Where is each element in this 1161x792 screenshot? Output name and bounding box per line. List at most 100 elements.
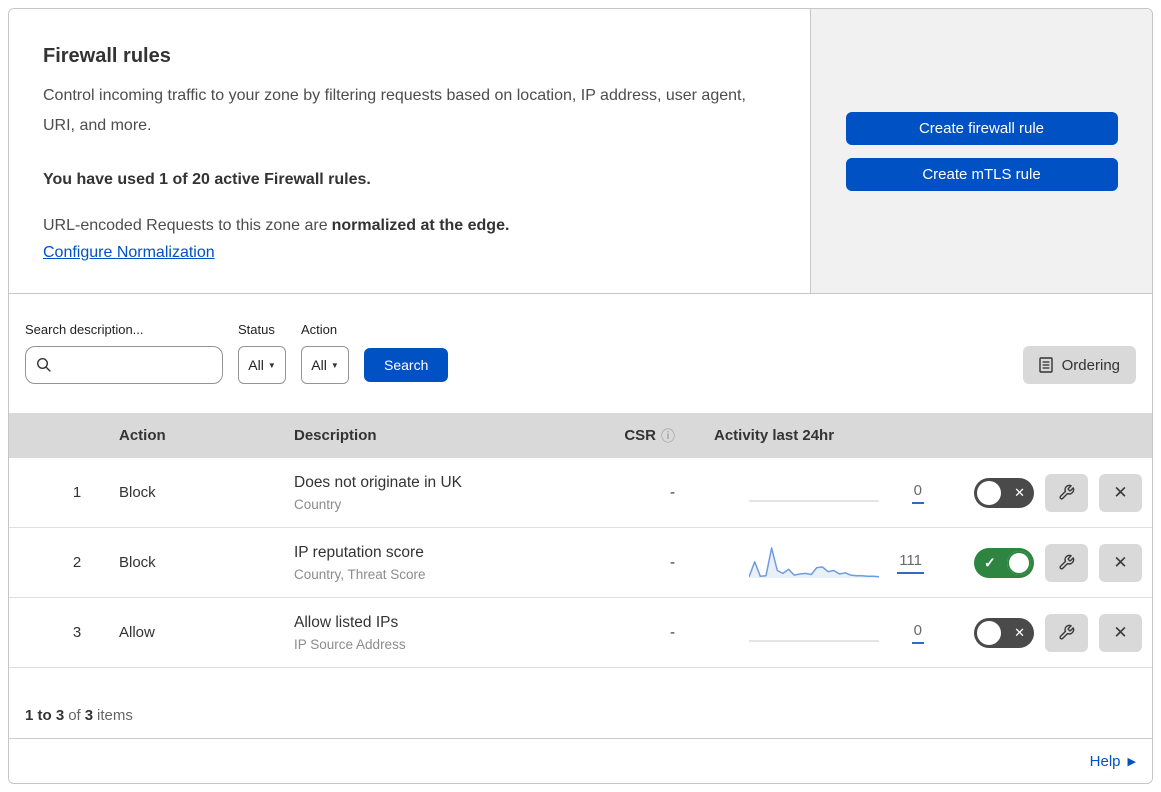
activity-sparkline	[749, 499, 879, 502]
rule-number: 1	[72, 484, 82, 501]
status-dropdown[interactable]: All ▼	[238, 346, 286, 384]
create-mtls-rule-button[interactable]: Create mTLS rule	[845, 157, 1118, 191]
info-icon[interactable]: ⓘ	[661, 426, 675, 446]
rule-criteria: Country	[294, 496, 342, 512]
activity-count-link[interactable]: 0	[911, 622, 924, 644]
intro-card: Firewall rules Control incoming traffic …	[9, 9, 811, 293]
help-strip: Help ▶	[9, 739, 1152, 783]
activity-count-link[interactable]: 111	[897, 552, 924, 574]
table-row: 2 Block IP reputation score Country, Thr…	[9, 528, 1152, 598]
csr-header-label: CSR	[624, 427, 656, 444]
rule-csr: -	[670, 554, 675, 571]
rule-criteria: IP Source Address	[294, 636, 406, 652]
col-csr-header: CSR ⓘ	[624, 426, 689, 446]
toggle-knob	[977, 480, 1001, 505]
close-icon: ✕	[1113, 552, 1128, 572]
rule-controls: ✓ ✕ ✕	[939, 543, 1152, 582]
total-text: 3	[84, 707, 94, 724]
search-icon	[36, 357, 52, 373]
rule-criteria: Country, Threat Score	[294, 566, 426, 582]
rule-description-cell: Allow listed IPs IP Source Address	[294, 614, 609, 652]
toggle-knob	[977, 620, 1001, 645]
edit-rule-button[interactable]	[1045, 473, 1088, 512]
rule-activity-cell: 0	[689, 458, 939, 527]
activity-sparkline	[749, 546, 879, 578]
table-row: 1 Block Does not originate in UK Country…	[9, 458, 1152, 528]
col-action-header: Action	[119, 427, 166, 444]
normalization-text: URL-encoded Requests to this zone are nor…	[43, 217, 770, 235]
rule-csr: -	[670, 484, 675, 501]
search-button[interactable]: Search	[364, 348, 449, 382]
status-value: All	[248, 357, 264, 373]
arrow-right-icon: ▶	[1127, 755, 1136, 768]
rule-activity-cell: 111	[689, 528, 939, 597]
chevron-down-icon: ▼	[330, 360, 339, 370]
top-section: Firewall rules Control incoming traffic …	[9, 9, 1152, 294]
toggle-knob	[1007, 550, 1031, 575]
wrench-icon	[1058, 554, 1075, 571]
rule-description: Allow listed IPs	[294, 613, 399, 631]
x-icon: ✕	[1014, 484, 1025, 500]
table-header: Action Description CSR ⓘ Activity last 2…	[9, 413, 1152, 458]
search-label: Search description...	[25, 322, 144, 337]
activity-count-link[interactable]: 0	[911, 482, 924, 504]
status-label: Status	[238, 322, 275, 337]
rule-action: Block	[119, 484, 156, 501]
items-text: items	[97, 707, 133, 724]
close-icon: ✕	[1113, 622, 1128, 642]
usage-notice: You have used 1 of 20 active Firewall ru…	[43, 170, 371, 188]
delete-rule-button[interactable]: ✕	[1099, 543, 1142, 582]
rule-description: IP reputation score	[294, 543, 424, 561]
delete-rule-button[interactable]: ✕	[1099, 613, 1142, 652]
edit-rule-button[interactable]	[1045, 613, 1088, 652]
configure-normalization-link[interactable]: Configure Normalization	[43, 244, 215, 262]
col-activity-header: Activity last 24hr	[714, 427, 835, 444]
wrench-icon	[1058, 484, 1075, 501]
range-text: 1 to 3	[25, 707, 65, 724]
rule-controls: ✓ ✕ ✕	[939, 473, 1152, 512]
of-text: of	[68, 707, 81, 724]
rule-action: Block	[119, 554, 156, 571]
rule-csr: -	[670, 624, 675, 641]
normalization-bold: normalized at the edge.	[331, 216, 510, 234]
rule-enable-toggle[interactable]: ✓ ✕	[974, 477, 1034, 508]
action-dropdown[interactable]: All ▼	[301, 346, 349, 384]
search-input[interactable]	[60, 356, 212, 374]
activity-sparkline	[749, 639, 879, 642]
help-link[interactable]: Help ▶	[1090, 753, 1136, 770]
col-description-header: Description	[294, 427, 377, 444]
filter-bar: Search description... Status All ▼ Actio…	[9, 294, 1152, 413]
search-box[interactable]	[25, 346, 223, 384]
rule-enable-toggle[interactable]: ✓ ✕	[974, 547, 1034, 578]
edit-rule-button[interactable]	[1045, 543, 1088, 582]
page-title: Firewall rules	[43, 45, 171, 67]
check-icon: ✓	[984, 554, 996, 570]
chevron-down-icon: ▼	[267, 360, 276, 370]
action-label: Action	[301, 322, 338, 337]
list-icon	[1038, 357, 1053, 373]
create-firewall-rule-button[interactable]: Create firewall rule	[845, 111, 1118, 145]
ordering-label: Ordering	[1061, 356, 1120, 374]
ordering-button[interactable]: Ordering	[1022, 346, 1136, 384]
actions-panel: Create firewall rule Create mTLS rule	[811, 9, 1152, 293]
firewall-rules-panel: Firewall rules Control incoming traffic …	[8, 8, 1153, 784]
rule-enable-toggle[interactable]: ✓ ✕	[974, 617, 1034, 648]
search-group: Search description...	[25, 322, 223, 384]
rule-action: Allow	[119, 624, 155, 641]
x-icon: ✕	[1014, 624, 1025, 640]
rule-number: 3	[72, 624, 82, 641]
status-group: Status All ▼	[238, 322, 286, 384]
help-label: Help	[1089, 752, 1121, 770]
action-value: All	[311, 357, 327, 373]
action-group: Action All ▼	[301, 322, 349, 384]
delete-rule-button[interactable]: ✕	[1099, 473, 1142, 512]
page-description: Control incoming traffic to your zone by…	[43, 87, 746, 135]
rule-description-cell: Does not originate in UK Country	[294, 474, 609, 512]
rule-description: Does not originate in UK	[294, 473, 463, 491]
pagination-summary: 1 to 3 of 3 items	[9, 668, 1152, 739]
rule-description-cell: IP reputation score Country, Threat Scor…	[294, 544, 609, 582]
table-row: 3 Allow Allow listed IPs IP Source Addre…	[9, 598, 1152, 668]
rule-number: 2	[72, 554, 82, 571]
normalization-prefix: URL-encoded Requests to this zone are	[43, 216, 328, 234]
rule-activity-cell: 0	[689, 598, 939, 667]
